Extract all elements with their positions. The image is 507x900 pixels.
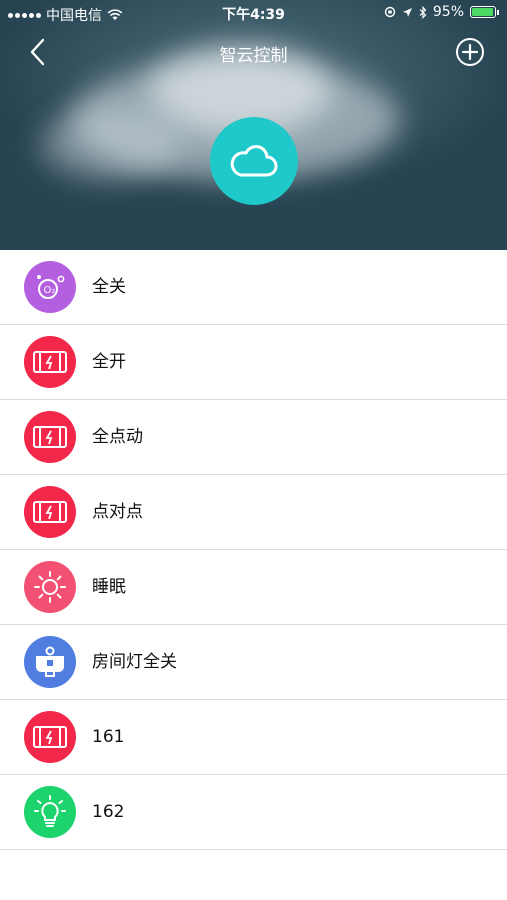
- list-item[interactable]: 房间灯全关: [0, 625, 507, 700]
- scene-label: 162: [92, 802, 125, 822]
- bulb-icon: [24, 786, 76, 838]
- sun-icon: [24, 561, 76, 613]
- oxygen-icon: O₂: [24, 261, 76, 313]
- navigation-bar: 智云控制: [0, 30, 507, 74]
- add-button[interactable]: [455, 37, 485, 67]
- scene-list: O₂ 全关 全开 全点动 点对点 睡眠 房间灯全关 161 162: [0, 250, 507, 850]
- list-item[interactable]: 161: [0, 700, 507, 775]
- list-item[interactable]: O₂ 全关: [0, 250, 507, 325]
- curtain-icon: [24, 711, 76, 763]
- list-item[interactable]: 睡眠: [0, 550, 507, 625]
- status-bar: 中国电信 下午4:39 95%: [0, 0, 507, 26]
- scene-label: 睡眠: [92, 577, 126, 597]
- scene-label: 全开: [92, 352, 126, 372]
- cloud-background-left: [40, 110, 180, 180]
- location-icon: [402, 7, 412, 17]
- curtain-icon: [24, 336, 76, 388]
- scene-label: 161: [92, 727, 125, 747]
- cloud-control-button[interactable]: [210, 117, 298, 205]
- page-title: 智云控制: [219, 46, 288, 66]
- lamp-icon: [24, 636, 76, 688]
- list-item[interactable]: 全点动: [0, 400, 507, 475]
- plus-circle-icon: [456, 38, 484, 66]
- curtain-icon: [24, 486, 76, 538]
- bluetooth-icon: [419, 5, 427, 19]
- svg-text:O₂: O₂: [44, 285, 56, 296]
- list-item[interactable]: 162: [0, 775, 507, 850]
- cloud-icon: [230, 145, 278, 177]
- battery-icon: [470, 6, 496, 18]
- scene-label: 点对点: [92, 502, 143, 522]
- scene-label: 房间灯全关: [92, 652, 177, 672]
- battery-percent: 95%: [432, 4, 464, 20]
- curtain-icon: [24, 411, 76, 463]
- scene-label: 全点动: [92, 427, 143, 447]
- header-banner: 中国电信 下午4:39 95% 智云控制: [0, 0, 507, 250]
- list-item[interactable]: 全开: [0, 325, 507, 400]
- scene-label: 全关: [92, 277, 126, 297]
- list-item[interactable]: 点对点: [0, 475, 507, 550]
- rotation-lock-icon: [384, 6, 396, 18]
- battery-cap: [497, 9, 499, 15]
